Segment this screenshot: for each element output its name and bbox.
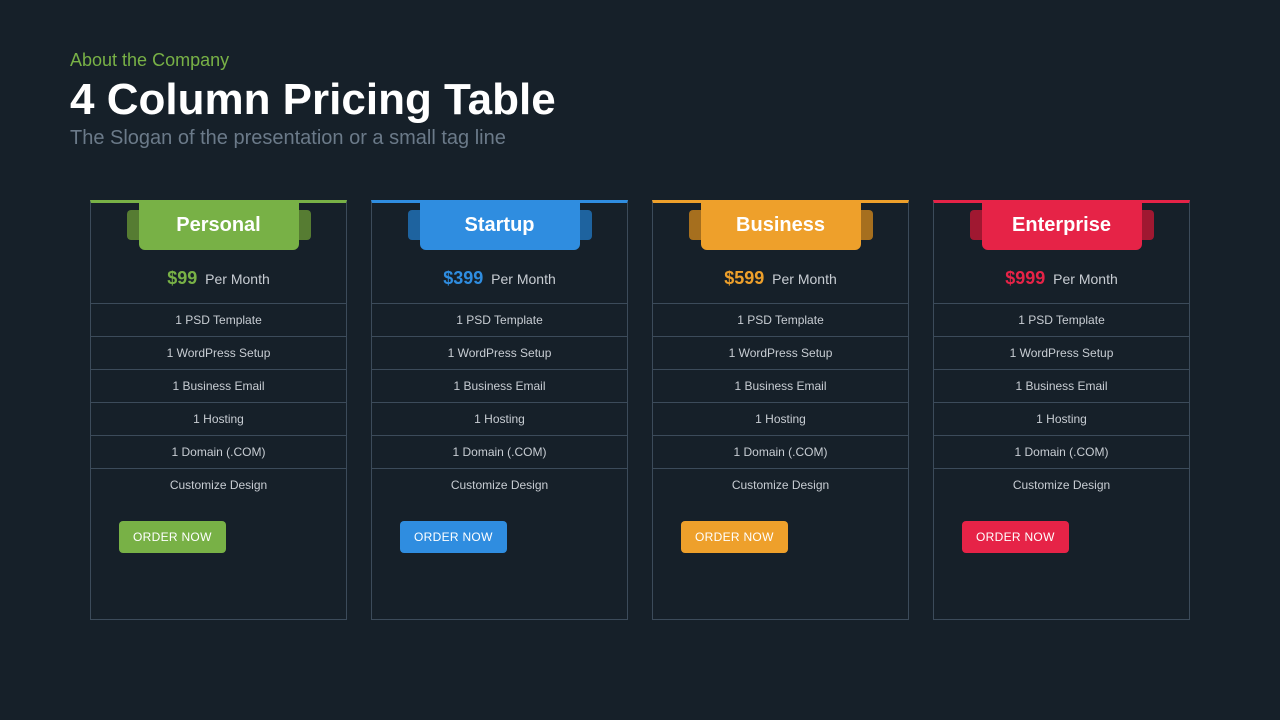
price-row: $399 Per Month [372, 250, 627, 304]
feature-item: 1 WordPress Setup [91, 337, 346, 370]
feature-item: 1 Business Email [372, 370, 627, 403]
eyebrow-text: About the Company [70, 50, 1210, 71]
feature-item: 1 Business Email [934, 370, 1189, 403]
price-period: Per Month [201, 271, 269, 287]
order-now-button[interactable]: ORDER NOW [962, 521, 1069, 553]
feature-item: 1 Business Email [653, 370, 908, 403]
feature-item: 1 Business Email [91, 370, 346, 403]
price-period: Per Month [768, 271, 836, 287]
feature-item: Customize Design [372, 469, 627, 501]
plan-price: $999 [1005, 268, 1045, 288]
feature-item: 1 PSD Template [653, 304, 908, 337]
feature-item: 1 PSD Template [934, 304, 1189, 337]
feature-item: 1 Domain (.COM) [934, 436, 1189, 469]
pricing-card-enterprise: Enterprise$999 Per Month1 PSD Template1 … [933, 200, 1190, 620]
pricing-card-startup: Startup$399 Per Month1 PSD Template1 Wor… [371, 200, 628, 620]
feature-item: 1 Hosting [934, 403, 1189, 436]
price-row: $999 Per Month [934, 250, 1189, 304]
feature-item: Customize Design [653, 469, 908, 501]
price-row: $99 Per Month [91, 250, 346, 304]
feature-item: 1 WordPress Setup [934, 337, 1189, 370]
price-period: Per Month [487, 271, 555, 287]
price-row: $599 Per Month [653, 250, 908, 304]
page-subtitle: The Slogan of the presentation or a smal… [70, 127, 1210, 150]
plan-ribbon: Enterprise [982, 200, 1142, 250]
plan-ribbon: Personal [139, 200, 299, 250]
feature-item: 1 Domain (.COM) [91, 436, 346, 469]
feature-item: 1 Domain (.COM) [372, 436, 627, 469]
feature-item: 1 WordPress Setup [653, 337, 908, 370]
feature-item: 1 PSD Template [372, 304, 627, 337]
page-title: 4 Column Pricing Table [70, 75, 1210, 125]
pricing-card-business: Business$599 Per Month1 PSD Template1 Wo… [652, 200, 909, 620]
order-now-button[interactable]: ORDER NOW [400, 521, 507, 553]
feature-item: 1 WordPress Setup [372, 337, 627, 370]
price-period: Per Month [1049, 271, 1117, 287]
feature-item: 1 Domain (.COM) [653, 436, 908, 469]
feature-item: 1 Hosting [372, 403, 627, 436]
order-now-button[interactable]: ORDER NOW [119, 521, 226, 553]
plan-ribbon: Startup [420, 200, 580, 250]
plan-price: $399 [443, 268, 483, 288]
plan-price: $599 [724, 268, 764, 288]
pricing-card-personal: Personal$99 Per Month1 PSD Template1 Wor… [90, 200, 347, 620]
pricing-grid: Personal$99 Per Month1 PSD Template1 Wor… [70, 200, 1210, 620]
plan-price: $99 [167, 268, 197, 288]
feature-item: Customize Design [934, 469, 1189, 501]
plan-ribbon: Business [701, 200, 861, 250]
order-now-button[interactable]: ORDER NOW [681, 521, 788, 553]
feature-item: 1 PSD Template [91, 304, 346, 337]
feature-item: 1 Hosting [91, 403, 346, 436]
feature-item: 1 Hosting [653, 403, 908, 436]
feature-item: Customize Design [91, 469, 346, 501]
